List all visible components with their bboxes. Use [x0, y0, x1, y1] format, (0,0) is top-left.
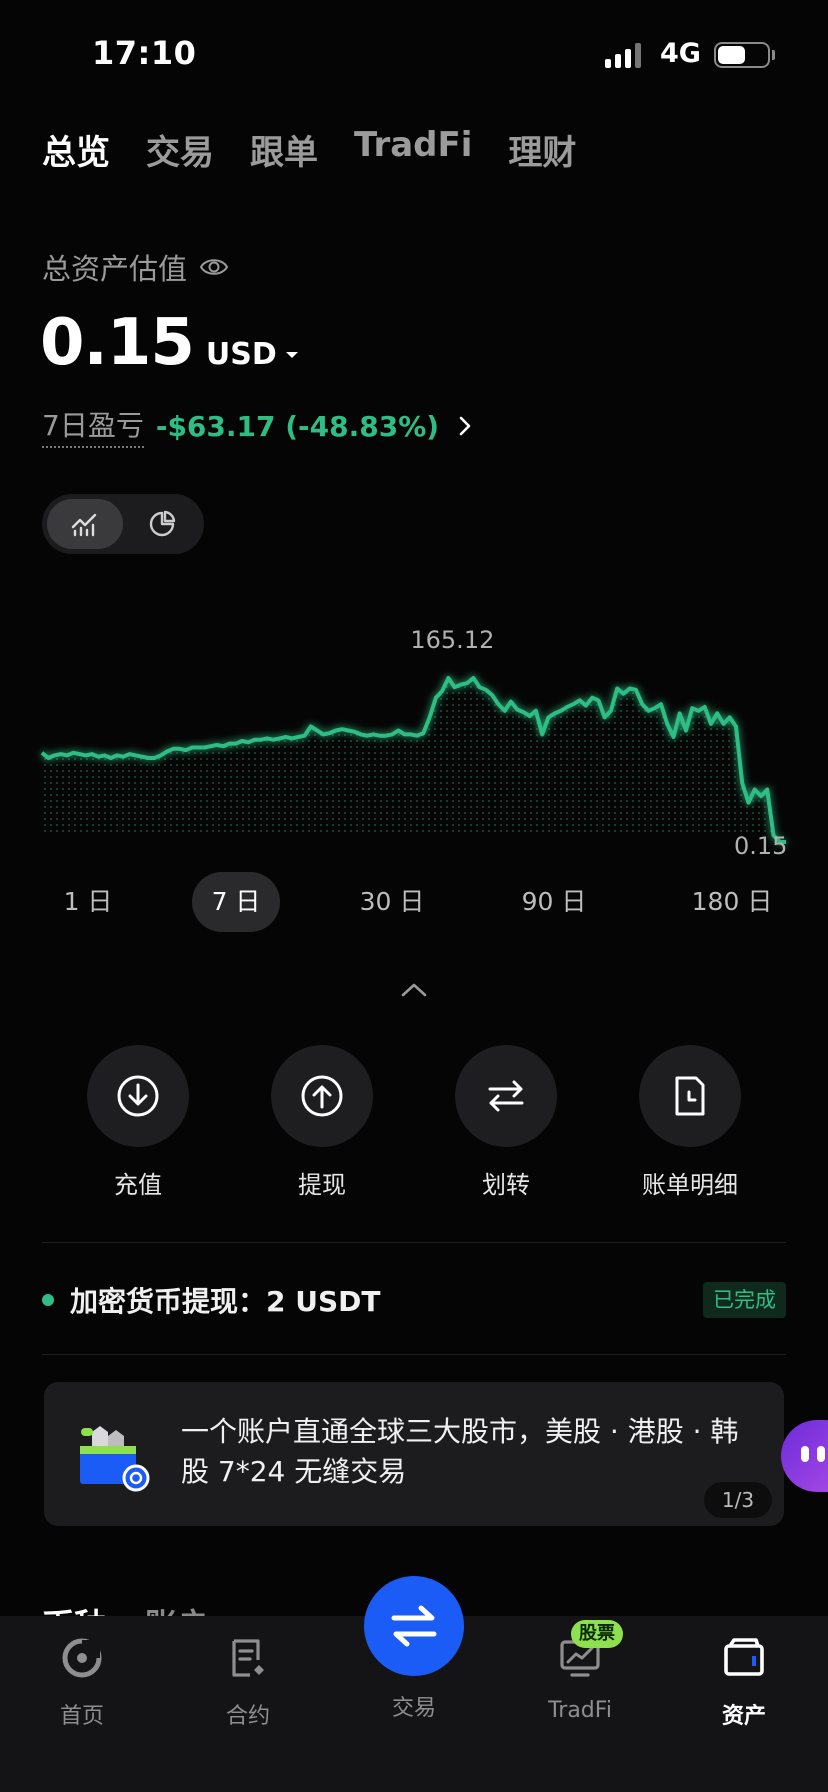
withdraw-circle	[271, 1045, 373, 1147]
total-asset-label: 总资产估值	[42, 252, 188, 286]
transfer-button[interactable]: 划转	[436, 1045, 576, 1200]
nav-assets[interactable]: 资产	[684, 1636, 804, 1730]
battery-cap	[772, 50, 775, 60]
tab-trading[interactable]: 交易	[146, 125, 214, 175]
nav-tradfi[interactable]: TradFi	[520, 1636, 640, 1723]
bill-details-label: 账单明细	[642, 1171, 738, 1199]
pnl-label: 7日盈亏	[42, 404, 144, 448]
bill-details-button[interactable]: 账单明细	[620, 1045, 760, 1200]
pie-chart-icon	[149, 510, 176, 537]
chevron-up-icon[interactable]	[398, 980, 430, 1000]
divider	[42, 1242, 786, 1243]
assets-icon	[724, 1638, 764, 1676]
promo-text: 一个账户直通全球三大股市，美股 · 港股 · 韩股 7*24 无缝交易	[181, 1415, 739, 1488]
line-chart-icon	[71, 513, 97, 537]
battery-icon	[714, 42, 770, 68]
total-asset-label-row: 总资产估值	[42, 246, 229, 288]
withdraw-icon	[301, 1075, 343, 1117]
swap-icon	[391, 1605, 437, 1647]
transfer-label: 划转	[482, 1171, 530, 1199]
divider	[42, 1354, 786, 1355]
nav-assets-label: 资产	[721, 1704, 766, 1729]
range-tab-30d[interactable]: 30 日	[346, 872, 438, 932]
tab-copy-trading[interactable]: 跟单	[250, 125, 318, 175]
deposit-circle	[87, 1045, 189, 1147]
bubble-eye	[817, 1446, 825, 1462]
caret-down-icon	[285, 351, 298, 358]
chart-max-label: 165.12	[410, 626, 495, 654]
withdraw-button[interactable]: 提现	[252, 1045, 392, 1200]
nav-contract[interactable]: 合约	[188, 1636, 308, 1730]
status-dot	[42, 1294, 54, 1306]
nav-trade-label: 交易	[391, 1696, 436, 1721]
withdraw-notice[interactable]: 加密货币提现：2 USDT 已完成	[42, 1274, 786, 1326]
deposit-label: 充值	[114, 1171, 162, 1199]
pie-chart-toggle[interactable]	[124, 499, 200, 549]
stocks-badge: 股票	[571, 1620, 623, 1648]
range-tab-7d[interactable]: 7 日	[192, 872, 280, 932]
pnl-row[interactable]: 7日盈亏 -$63.17 (-48.83%)	[42, 404, 473, 448]
assistant-bubble[interactable]	[781, 1420, 828, 1492]
deposit-icon	[117, 1075, 159, 1117]
transfer-icon	[488, 1080, 524, 1112]
nav-tradfi-label: TradFi	[548, 1698, 612, 1723]
status-time: 17:10	[92, 34, 197, 72]
withdraw-label: 提现	[298, 1171, 346, 1199]
total-asset-value: 0.15	[40, 306, 195, 380]
line-chart-toggle[interactable]	[47, 499, 123, 549]
contract-icon	[232, 1639, 264, 1677]
eye-icon[interactable]	[199, 252, 229, 282]
tab-overview[interactable]: 总览	[42, 125, 110, 175]
nav-home-label: 首页	[59, 1704, 104, 1729]
bubble-eye	[801, 1446, 809, 1462]
chevron-right-icon	[459, 416, 471, 436]
promo-banner[interactable]: 一个账户直通全球三大股市，美股 · 港股 · 韩股 7*24 无缝交易 1/3	[44, 1382, 784, 1526]
bill-circle	[639, 1045, 741, 1147]
nav-contract-label: 合约	[225, 1704, 270, 1729]
home-icon	[62, 1638, 102, 1678]
tab-earn[interactable]: 理财	[508, 125, 576, 175]
network-type: 4G	[660, 38, 701, 69]
app-root: 17:10 4G 总览 交易 跟单 TradFi 理财 总资产估值 0.15 U…	[0, 0, 828, 1792]
tab-tradfi[interactable]: TradFi	[354, 125, 472, 175]
range-tab-180d[interactable]: 180 日	[680, 872, 784, 932]
currency-label: USD	[205, 337, 277, 372]
range-tab-90d[interactable]: 90 日	[508, 872, 600, 932]
chart-min-label: 0.15	[734, 832, 788, 860]
deposit-button[interactable]: 充值	[68, 1045, 208, 1200]
nav-home[interactable]: 首页	[22, 1636, 142, 1730]
asset-value-row: 0.15 USD	[40, 306, 299, 380]
stock-market-icon	[80, 1426, 150, 1492]
status-badge: 已完成	[703, 1282, 786, 1318]
range-tab-1d[interactable]: 1 日	[48, 872, 128, 932]
transfer-circle	[455, 1045, 557, 1147]
bill-icon	[675, 1076, 705, 1116]
top-tabs: 总览 交易 跟单 TradFi 理财	[42, 125, 576, 175]
promo-pager: 1/3	[704, 1482, 772, 1518]
asset-chart[interactable]: 165.12 0.15	[0, 600, 828, 870]
notice-text: 加密货币提现：2 USDT	[70, 1285, 381, 1318]
pnl-value: -$63.17 (-48.83%)	[155, 409, 440, 443]
range-tabs: 1 日 7 日 30 日 90 日 180 日	[0, 872, 828, 932]
chart-view-toggle	[42, 494, 204, 554]
status-bar: 17:10 4G	[0, 0, 828, 110]
trade-button[interactable]	[364, 1576, 464, 1676]
signal-icon	[605, 42, 647, 68]
currency-selector[interactable]: USD	[206, 337, 299, 372]
